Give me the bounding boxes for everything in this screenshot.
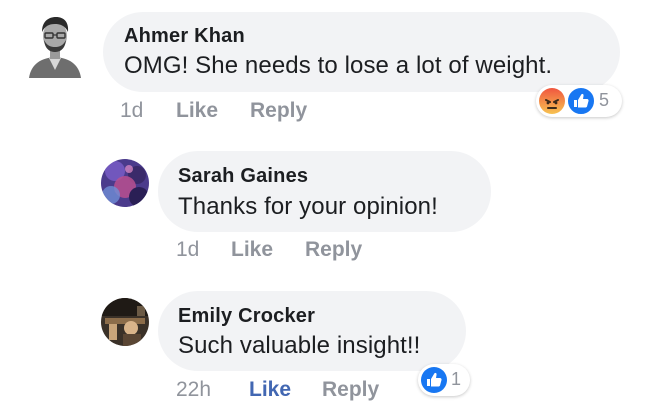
like-button[interactable]: Like: [231, 238, 273, 262]
comment-author[interactable]: Sarah Gaines: [178, 165, 308, 188]
reply-button[interactable]: Reply: [250, 99, 307, 123]
comment-text: Thanks for your opinion!: [178, 193, 438, 220]
angry-icon: [539, 88, 565, 114]
comment-thread: Ahmer Khan OMG! She needs to lose a lot …: [0, 0, 646, 411]
reaction-count: 1: [451, 369, 462, 389]
reaction-count: 5: [599, 90, 610, 110]
reaction-summary[interactable]: 5: [536, 85, 622, 117]
comment-timestamp[interactable]: 1d: [120, 99, 143, 123]
comment-emily-crocker: Emily Crocker Such valuable insight!! 22…: [0, 275, 646, 411]
comment-author[interactable]: Ahmer Khan: [124, 25, 245, 48]
comment-text: Such valuable insight!!: [178, 332, 421, 359]
avatar[interactable]: [25, 12, 85, 78]
comment-timestamp[interactable]: 22h: [176, 378, 211, 402]
like-button[interactable]: Like: [176, 99, 218, 123]
like-icon: [421, 367, 447, 393]
comment-text: OMG! She needs to lose a lot of weight.: [124, 52, 553, 79]
like-icon: [566, 86, 596, 116]
comment-timestamp[interactable]: 1d: [176, 238, 199, 262]
avatar[interactable]: [101, 159, 149, 207]
reply-button[interactable]: Reply: [305, 238, 362, 262]
comment-author[interactable]: Emily Crocker: [178, 305, 315, 328]
comment-ahmer-khan: Ahmer Khan OMG! She needs to lose a lot …: [0, 0, 646, 140]
comment-sarah-gaines: Sarah Gaines Thanks for your opinion! 1d…: [0, 140, 646, 275]
avatar[interactable]: [101, 298, 149, 346]
reaction-summary[interactable]: 1: [418, 364, 470, 396]
like-button[interactable]: Like: [249, 378, 291, 402]
reply-button[interactable]: Reply: [322, 378, 379, 402]
